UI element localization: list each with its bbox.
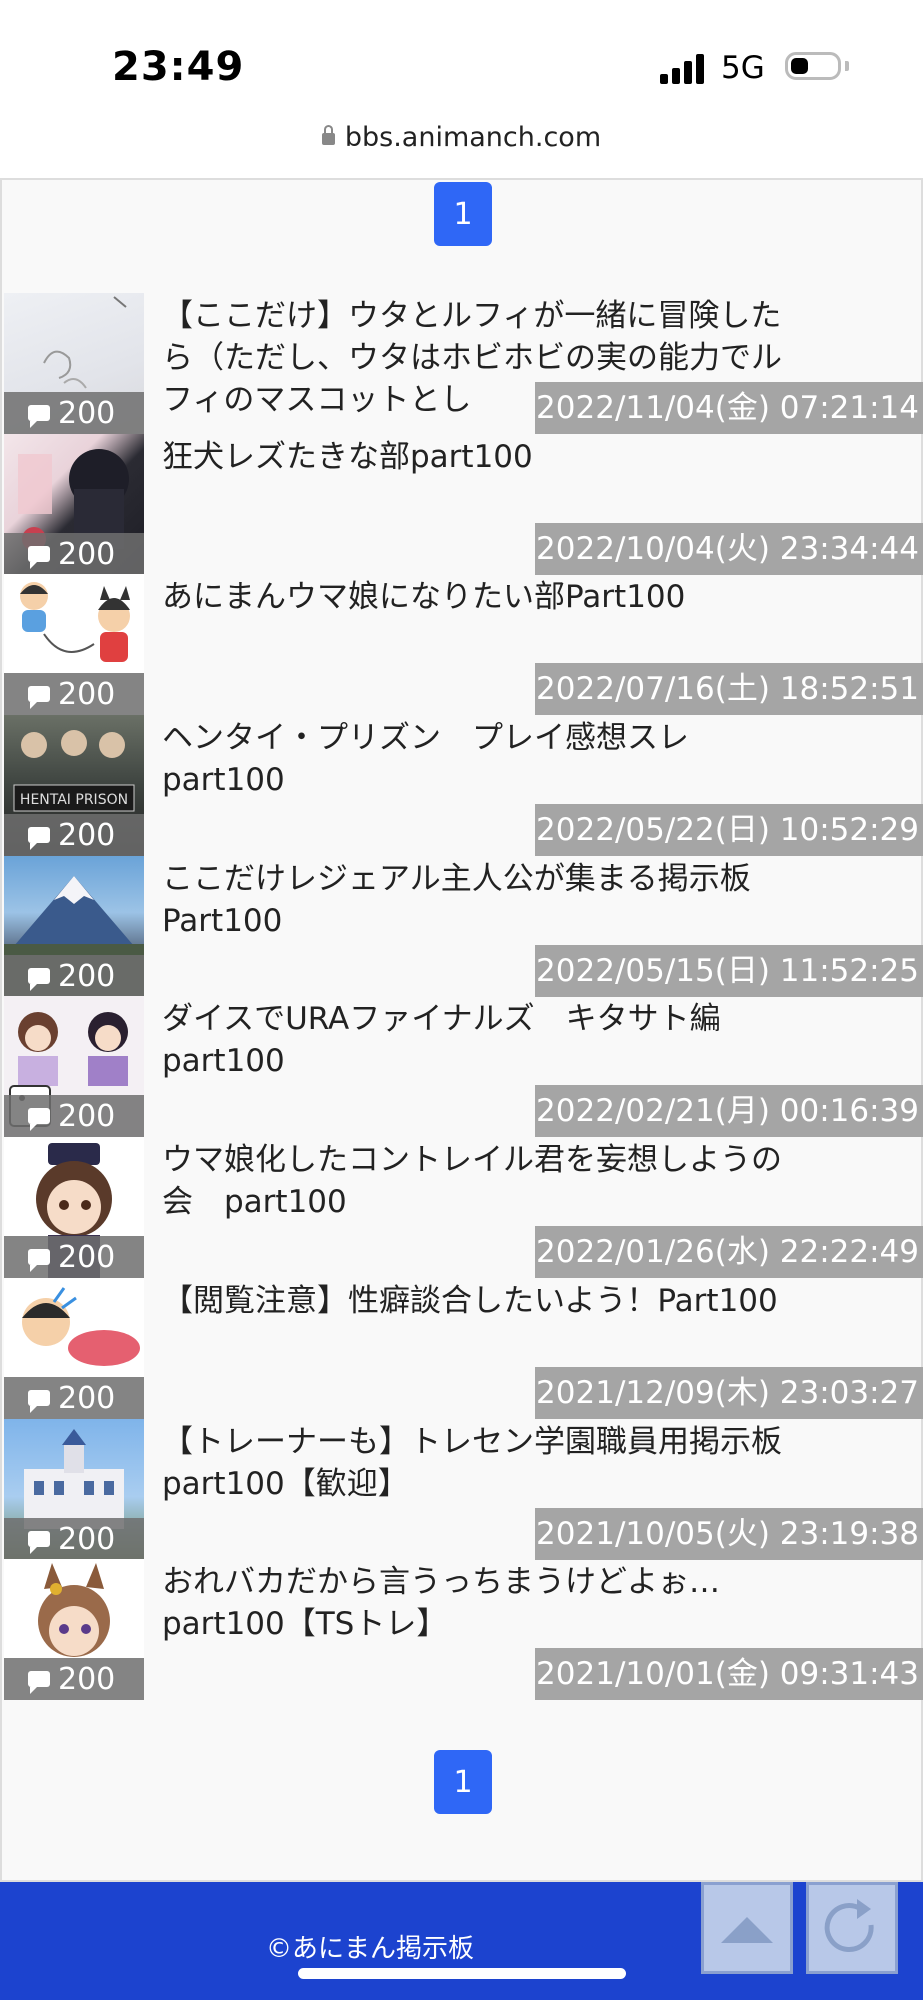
thread-thumbnail: 200 <box>4 856 144 997</box>
comment-icon <box>28 405 50 428</box>
comment-count-badge: 200 <box>4 1377 144 1419</box>
pagination-top-page-button[interactable]: 1 <box>434 182 492 246</box>
thread-thumbnail: 200 <box>4 1137 144 1278</box>
thread-title: 【閲覧注意】性癖談合したいよう！Part100 <box>162 1283 778 1319</box>
thread-title: あにまんウマ娘になりたい部Part100 <box>162 579 686 615</box>
thread-title: 狂犬レズたきな部part100 <box>162 439 533 475</box>
thread-thumbnail: 200 <box>4 1559 144 1700</box>
comment-count-badge: 200 <box>4 955 144 997</box>
thread-item[interactable]: 200 【閲覧注意】性癖談合したいよう！Part100 2021/12/09(木… <box>2 1278 923 1419</box>
comment-icon <box>28 546 50 569</box>
comment-count-badge: 200 <box>4 673 144 715</box>
network-type: 5G <box>721 50 765 86</box>
thread-title: おれバカだから言うっちまうけどよぉ… part100【TSトレ】 <box>162 1564 720 1642</box>
comment-icon <box>28 1531 50 1554</box>
thread-item[interactable]: 200 おれバカだから言うっちまうけどよぉ… part100【TSトレ】 202… <box>2 1559 923 1700</box>
thread-item[interactable]: 200 ここだけレジェアル主人公が集まる掲示板Part100 2022/05/1… <box>2 856 923 997</box>
url-text: bbs.animanch.com <box>344 122 602 153</box>
thread-title: ヘンタイ・プリズン プレイ感想スレpart100 <box>162 720 689 798</box>
comment-count-badge: 200 <box>4 1236 144 1278</box>
comment-icon <box>28 827 50 850</box>
reload-button[interactable] <box>806 1882 898 1974</box>
address-bar[interactable]: bbs.animanch.com <box>0 122 923 153</box>
svg-text:HENTAI PRISON: HENTAI PRISON <box>20 792 128 808</box>
pagination-bottom-page-button[interactable]: 1 <box>434 1750 492 1814</box>
comment-icon <box>28 1108 50 1131</box>
comment-icon <box>28 1249 50 1272</box>
thread-thumbnail: 200 <box>4 996 144 1137</box>
thread-item[interactable]: 200 【トレーナーも】トレセン学園職員用掲示板part100【歓迎】 2021… <box>2 1419 923 1560</box>
thread-date: 2022/01/26(水) 22:22:49 <box>535 1226 923 1278</box>
thread-item[interactable]: 200 【ここだけ】ウタとルフィが一緒に冒険したら（ただし、ウタはホビホビの実の… <box>2 293 923 434</box>
thread-title: ウマ娘化したコントレイル君を妄想しようの会 part100 <box>162 1142 782 1220</box>
thread-item[interactable]: 200 狂犬レズたきな部part100 2022/10/04(火) 23:34:… <box>2 434 923 575</box>
thread-item[interactable]: 200 あにまんウマ娘になりたい部Part100 2022/07/16(土) 1… <box>2 574 923 715</box>
clock: 23:49 <box>112 44 245 90</box>
comment-count-badge: 200 <box>4 1658 144 1700</box>
thread-item[interactable]: HENTAI PRISON 200 ヘンタイ・プリズン プレイ感想スレpart1… <box>2 715 923 856</box>
thread-date: 2022/05/15(日) 11:52:25 <box>535 945 923 997</box>
comment-count-badge: 200 <box>4 814 144 856</box>
reload-icon <box>824 1899 874 1952</box>
lock-icon <box>321 125 335 145</box>
comment-icon <box>28 686 50 709</box>
thread-date: 2022/10/04(火) 23:34:44 <box>535 523 923 575</box>
thread-thumbnail: 200 <box>4 293 144 434</box>
battery-icon <box>785 52 841 80</box>
thread-thumbnail: 200 <box>4 1419 144 1560</box>
thread-item[interactable]: 200 ダイスでURAファイナルズ キタサト編part100 2022/02/2… <box>2 996 923 1137</box>
status-bar: 23:49 5G bbs.animanch.com <box>0 0 923 153</box>
copyright-text: ©あにまん掲示板 <box>265 1934 474 1964</box>
comment-icon <box>28 968 50 991</box>
thread-thumbnail: 200 <box>4 434 144 575</box>
thread-thumbnail: 200 <box>4 1278 144 1419</box>
triangle-up-icon <box>721 1917 773 1943</box>
thread-thumbnail: 200 <box>4 574 144 715</box>
thread-title: 【トレーナーも】トレセン学園職員用掲示板part100【歓迎】 <box>162 1424 782 1502</box>
comment-count-badge: 200 <box>4 1518 144 1560</box>
thread-thumbnail: HENTAI PRISON 200 <box>4 715 144 856</box>
signal-icon <box>660 52 706 84</box>
thread-date: 2021/12/09(木) 23:03:27 <box>535 1367 923 1419</box>
comment-icon <box>28 1390 50 1413</box>
comment-icon <box>28 1671 50 1694</box>
comment-count-badge: 200 <box>4 533 144 575</box>
footer: ©あにまん掲示板 <box>0 1882 923 2000</box>
home-indicator <box>298 1968 626 1979</box>
thread-item[interactable]: 200 ウマ娘化したコントレイル君を妄想しようの会 part100 2022/0… <box>2 1137 923 1278</box>
thread-date: 2021/10/01(金) 09:31:43 <box>535 1648 923 1700</box>
comment-count-badge: 200 <box>4 1095 144 1137</box>
thread-date: 2022/11/04(金) 07:21:14 <box>535 382 923 434</box>
thread-date: 2021/10/05(火) 23:19:38 <box>535 1508 923 1560</box>
thread-date: 2022/05/22(日) 10:52:29 <box>535 804 923 856</box>
thread-date: 2022/07/16(土) 18:52:51 <box>535 663 923 715</box>
thread-date: 2022/02/21(月) 00:16:39 <box>535 1085 923 1137</box>
scroll-to-top-button[interactable] <box>701 1882 793 1974</box>
thread-title: ここだけレジェアル主人公が集まる掲示板Part100 <box>162 861 751 939</box>
thread-list-page: 1 200 【ここだけ】ウタとルフィが一緒に冒険したら（ただし、ウタはホビホビの… <box>0 178 923 1882</box>
thread-title: ダイスでURAファイナルズ キタサト編part100 <box>162 1001 721 1079</box>
comment-count-badge: 200 <box>4 392 144 434</box>
